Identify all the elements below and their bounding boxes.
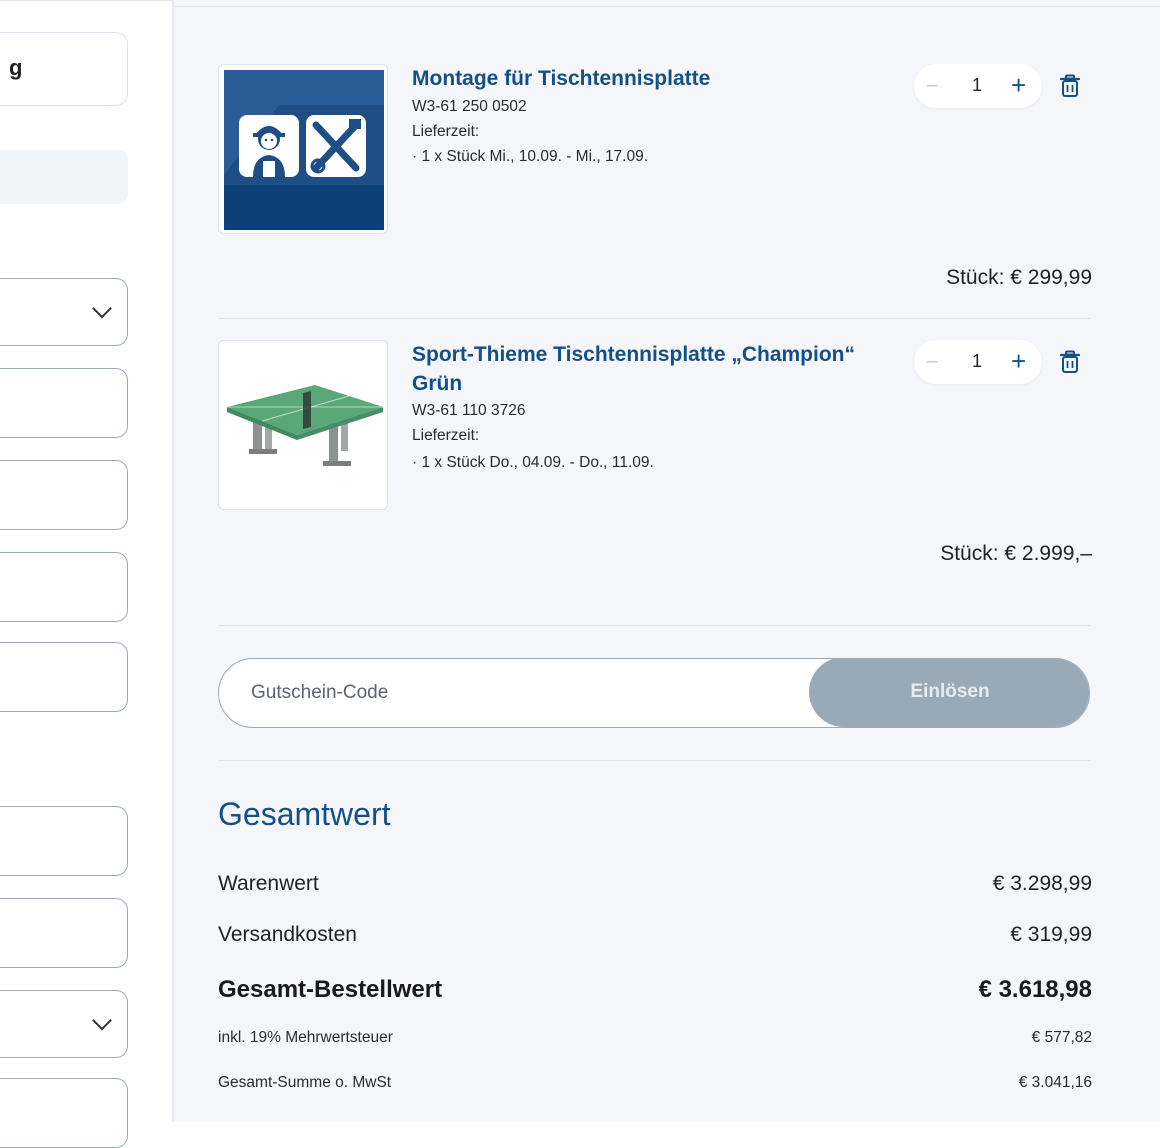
disabled-field	[0, 150, 128, 204]
cart-item: Sport-Thieme Tischtennisplatte „Champion…	[218, 340, 1092, 570]
divider	[218, 318, 1090, 319]
increase-quantity-button[interactable]: +	[1011, 70, 1026, 101]
vat-value: € 577,82	[1031, 1029, 1092, 1046]
product-sku: W3-61 250 0502	[412, 98, 527, 115]
product-image[interactable]	[218, 64, 388, 234]
subtotal-value: € 3.298,99	[992, 872, 1092, 895]
form-input-5[interactable]	[0, 806, 128, 876]
shipping-value: € 319,99	[1010, 923, 1092, 946]
delivery-label: Lieferzeit:	[412, 427, 480, 444]
quantity-stepper: − 1 +	[914, 64, 1042, 108]
vat-label: inkl. 19% Mehrwertsteuer	[218, 1029, 393, 1046]
trash-icon[interactable]	[1060, 74, 1080, 98]
form-input-1[interactable]	[0, 368, 128, 438]
subtotal-label: Warenwert	[218, 872, 319, 895]
form-input-6[interactable]	[0, 898, 128, 968]
product-sku: W3-61 110 3726	[412, 402, 526, 419]
divider	[174, 6, 1160, 7]
form-input-4[interactable]	[0, 642, 128, 712]
form-select-1[interactable]	[0, 278, 128, 346]
form-input-7[interactable]	[0, 1078, 128, 1148]
voucher-code-input[interactable]	[219, 659, 819, 726]
grand-total-value: € 3.618,98	[978, 976, 1092, 1003]
divider	[218, 625, 1090, 626]
product-title-link[interactable]: Sport-Thieme Tischtennisplatte „Champion…	[412, 340, 872, 398]
field-label-fragment: g	[9, 55, 23, 80]
trash-icon[interactable]	[1060, 350, 1080, 374]
decrease-quantity-button[interactable]: −	[926, 73, 939, 99]
delivery-label: Lieferzeit:	[412, 123, 480, 140]
decrease-quantity-button[interactable]: −	[926, 349, 939, 375]
product-title-link[interactable]: Montage für Tischtennisplatte	[412, 64, 872, 93]
divider	[0, 0, 172, 9]
cart-item: Montage für Tischtennisplatte W3-61 250 …	[218, 64, 1092, 294]
table-tennis-table-icon	[219, 341, 387, 509]
form-field-top[interactable]: g	[0, 32, 128, 106]
checkout-form-column: g	[0, 0, 174, 1148]
cart-summary-panel: Montage für Tischtennisplatte W3-61 250 …	[174, 0, 1160, 1122]
chevron-down-icon	[92, 298, 112, 319]
product-image[interactable]	[218, 340, 388, 510]
divider	[218, 760, 1090, 761]
form-select-2[interactable]	[0, 990, 128, 1058]
quantity-value[interactable]: 1	[972, 351, 982, 372]
mechanic-tools-icon	[224, 70, 384, 230]
quantity-value[interactable]: 1	[972, 75, 982, 96]
net-total-value: € 3.041,16	[1018, 1074, 1092, 1091]
shipping-label: Versandkosten	[218, 923, 357, 946]
chevron-down-icon	[92, 1010, 112, 1031]
form-input-2[interactable]	[0, 460, 128, 530]
delivery-detail: · 1 x Stück Do., 04.09. - Do., 11.09.	[412, 454, 654, 471]
quantity-stepper: − 1 +	[914, 340, 1042, 384]
net-total-label: Gesamt-Summe o. MwSt	[218, 1074, 392, 1091]
increase-quantity-button[interactable]: +	[1011, 346, 1026, 377]
totals-heading: Gesamtwert	[218, 796, 391, 832]
grand-total-label: Gesamt-Bestellwert	[218, 976, 443, 1003]
redeem-voucher-button[interactable]: Einlösen	[809, 659, 1089, 727]
delivery-detail: · 1 x Stück Mi., 10.09. - Mi., 17.09.	[412, 148, 649, 165]
unit-price: Stück: € 299,99	[946, 266, 1092, 289]
unit-price: Stück: € 2.999,–	[940, 542, 1092, 565]
voucher-form: Einlösen	[218, 658, 1090, 728]
form-input-3[interactable]	[0, 552, 128, 622]
